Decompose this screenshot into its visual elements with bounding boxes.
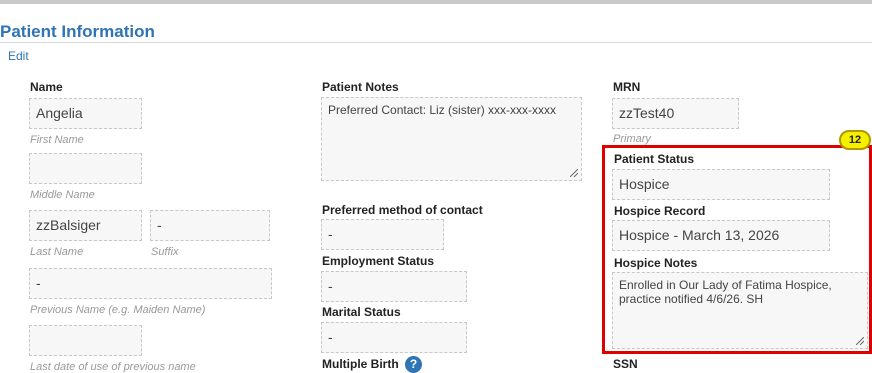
- last-date-previous-name-field[interactable]: [29, 325, 142, 356]
- employment-status-label: Employment Status: [322, 254, 435, 268]
- preferred-contact-field[interactable]: -: [321, 219, 444, 250]
- hospice-record-label: Hospice Record: [614, 204, 706, 218]
- middle-name-caption: Middle Name: [30, 189, 95, 201]
- hospice-notes-textarea[interactable]: Enrolled in Our Lady of Fatima Hospice, …: [612, 272, 868, 349]
- middle-name-field[interactable]: [29, 153, 142, 184]
- suffix-caption: Suffix: [151, 246, 179, 258]
- section-title: Patient Information: [0, 22, 155, 41]
- previous-name-field[interactable]: -: [29, 268, 272, 299]
- patient-status-field[interactable]: Hospice: [612, 169, 830, 200]
- suffix-field[interactable]: -: [150, 210, 270, 241]
- hospice-record-field[interactable]: Hospice - March 13, 2026: [612, 220, 830, 251]
- annotation-badge: 12: [839, 130, 871, 150]
- hospice-notes-label: Hospice Notes: [614, 256, 698, 270]
- resize-handle-icon[interactable]: [856, 337, 864, 345]
- first-name-caption: First Name: [30, 134, 84, 146]
- mrn-field[interactable]: zzTest40: [612, 98, 739, 129]
- mrn-label: MRN: [613, 80, 641, 94]
- window-top-border: [0, 0, 872, 4]
- hospice-notes-text: Enrolled in Our Lady of Fatima Hospice, …: [619, 278, 832, 306]
- employment-status-field[interactable]: -: [321, 271, 467, 302]
- previous-name-caption: Previous Name (e.g. Maiden Name): [30, 304, 206, 316]
- patient-notes-text: Preferred Contact: Liz (sister) xxx-xxx-…: [328, 103, 557, 117]
- patient-notes-textarea[interactable]: Preferred Contact: Liz (sister) xxx-xxx-…: [321, 97, 582, 181]
- help-icon[interactable]: ?: [405, 356, 422, 373]
- preferred-contact-label: Preferred method of contact: [322, 203, 483, 217]
- mrn-caption: Primary: [613, 133, 651, 145]
- resize-handle-icon[interactable]: [570, 169, 578, 177]
- marital-status-label: Marital Status: [322, 305, 401, 319]
- patient-status-label: Patient Status: [614, 152, 695, 166]
- edit-link[interactable]: Edit: [8, 49, 29, 63]
- last-date-previous-name-caption: Last date of use of previous name: [30, 361, 196, 373]
- marital-status-field[interactable]: -: [321, 322, 467, 353]
- last-name-caption: Last Name: [30, 246, 84, 258]
- name-label: Name: [30, 80, 63, 94]
- patient-notes-label: Patient Notes: [322, 80, 399, 94]
- last-name-field[interactable]: zzBalsiger: [29, 210, 142, 241]
- first-name-field[interactable]: Angelia: [29, 98, 142, 129]
